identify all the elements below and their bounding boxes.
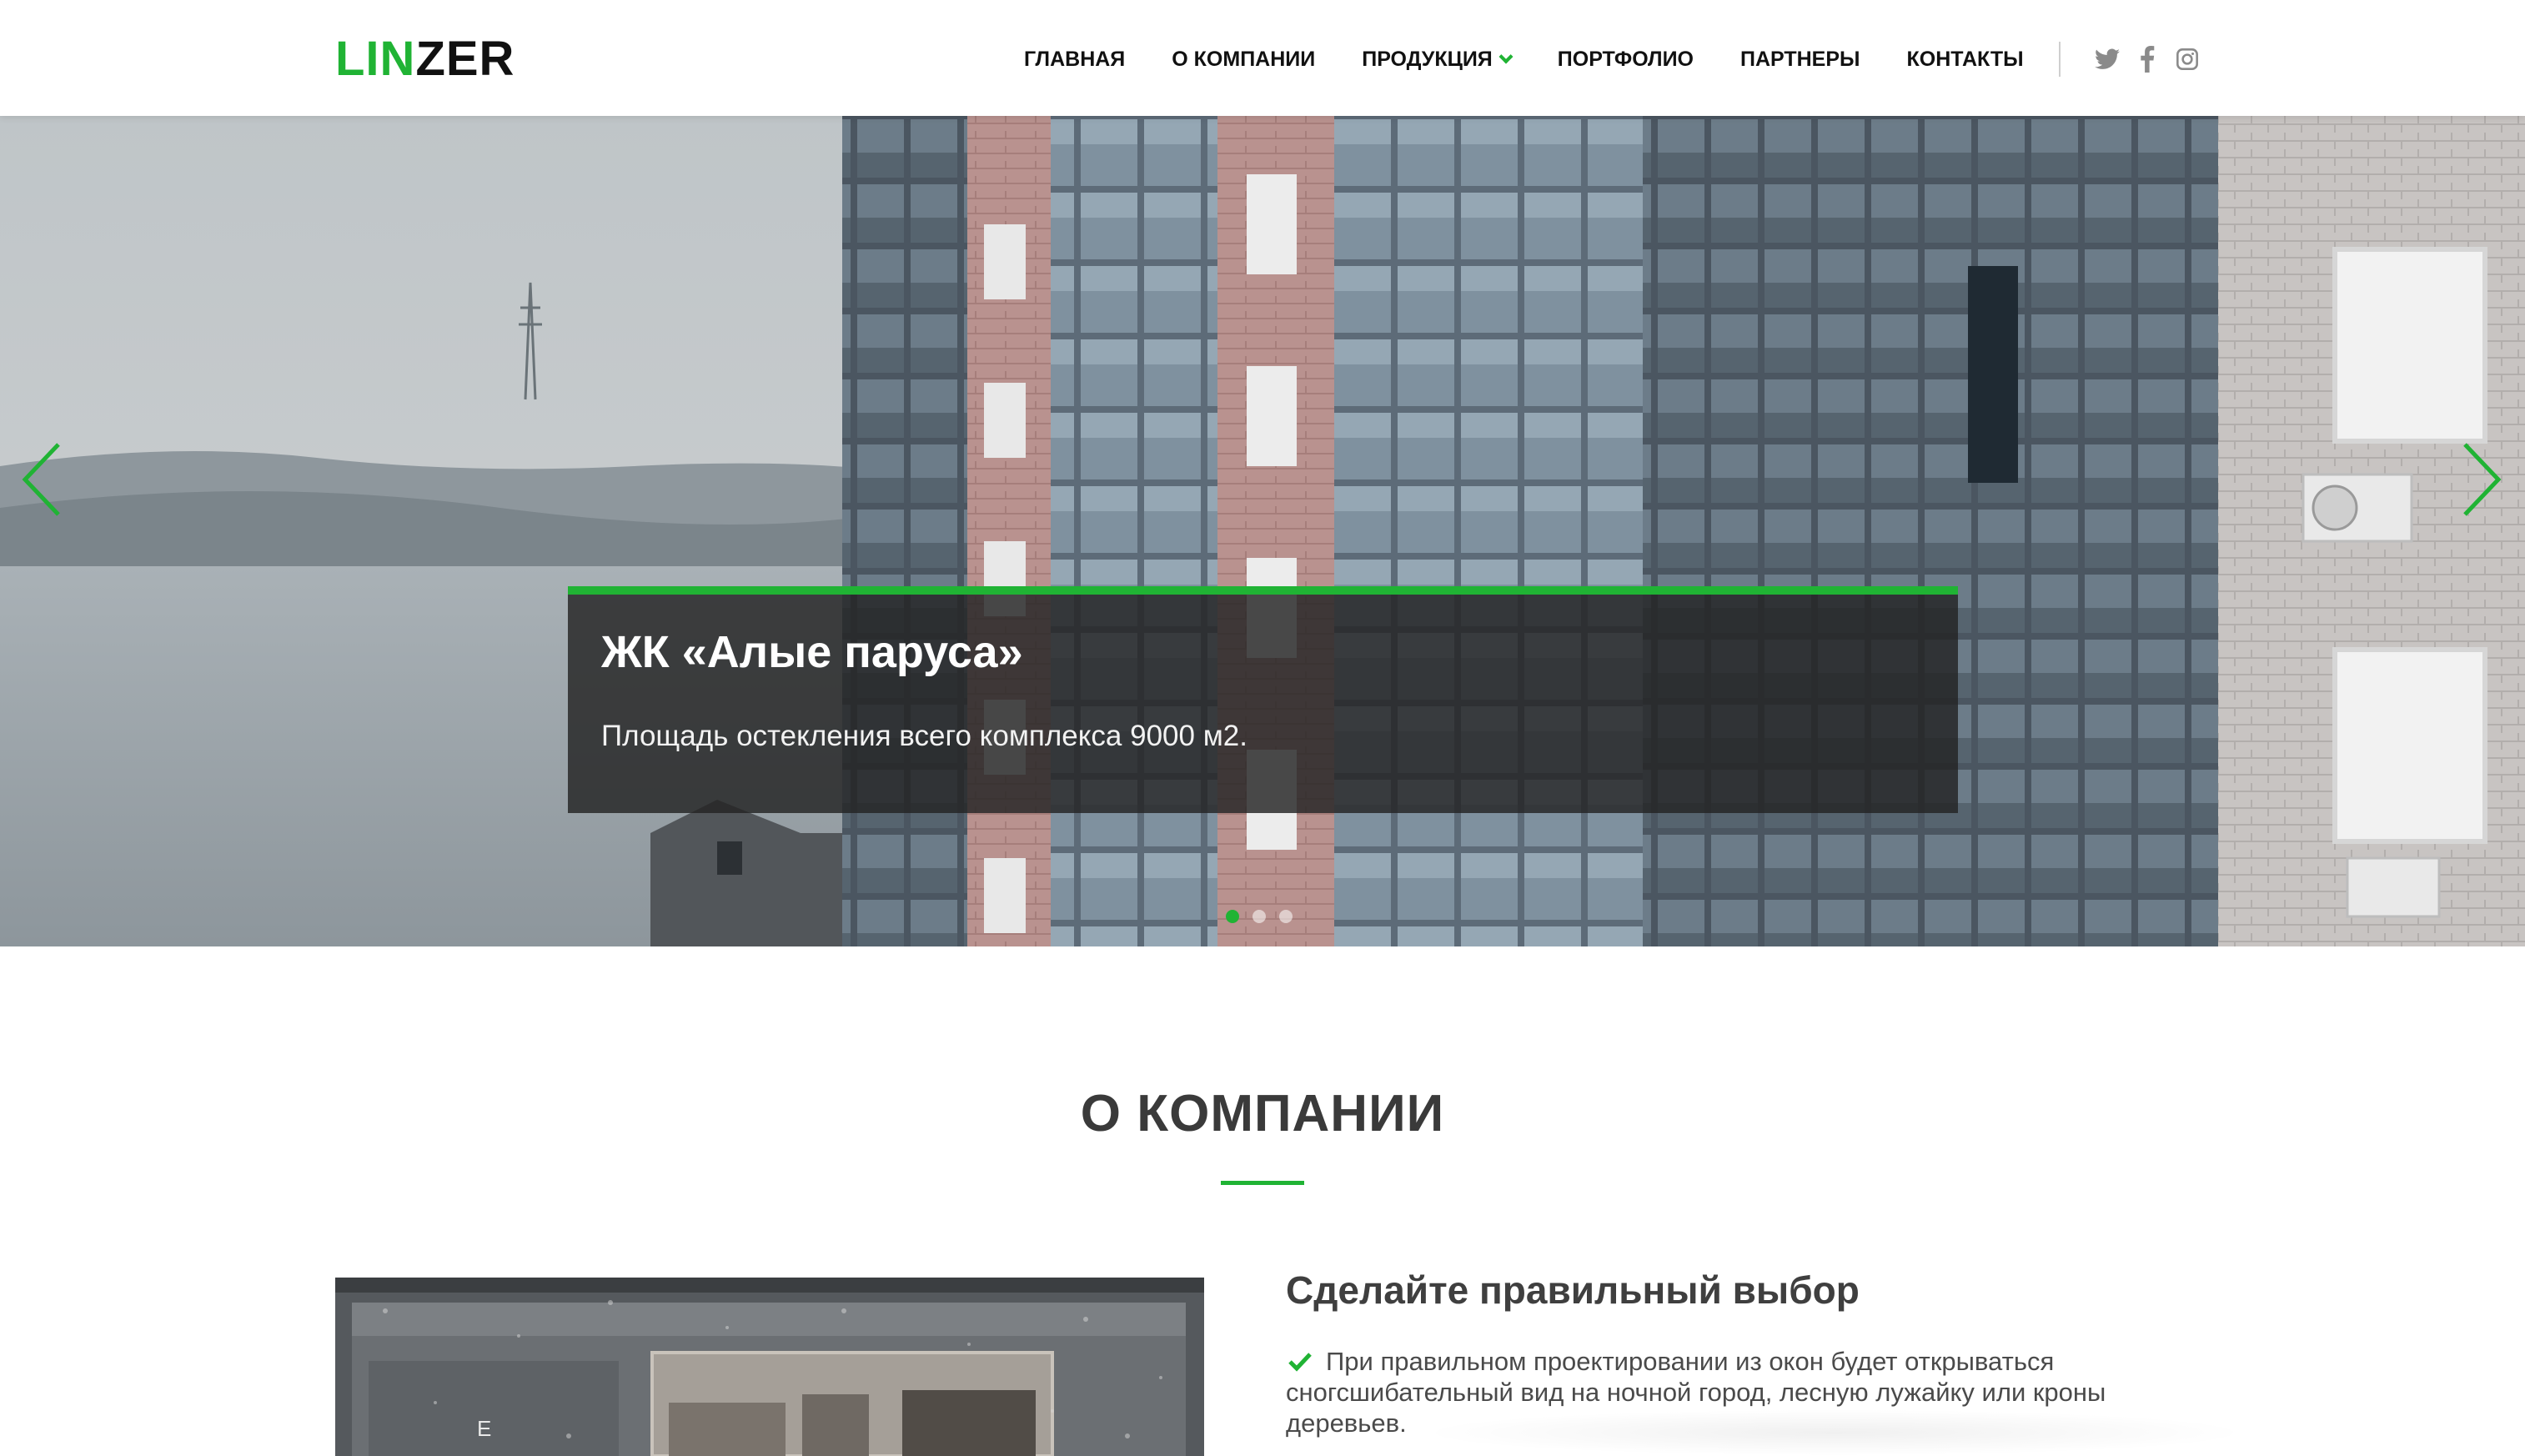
- slide-photo: [0, 116, 2525, 946]
- slide-title: ЖК «Алые паруса»: [601, 627, 1023, 677]
- nav-item-label: ПОРТФОЛИО: [1557, 47, 1694, 71]
- slider-dot-3[interactable]: [1279, 910, 1293, 923]
- slider-prev-button[interactable]: [7, 433, 82, 525]
- nav-item-products[interactable]: ПРОДУКЦИЯ: [1362, 47, 1513, 72]
- svg-text:E: E: [477, 1416, 491, 1441]
- about-image-art: E: [335, 1278, 1204, 1456]
- twitter-icon[interactable]: [2094, 46, 2121, 73]
- nav-divider: [2058, 42, 2061, 77]
- slider-dot-1[interactable]: [1226, 910, 1239, 923]
- facebook-icon[interactable]: [2134, 46, 2161, 73]
- nav-item-contacts[interactable]: КОНТАКТЫ: [1907, 48, 2024, 72]
- about-video-thumbnail[interactable]: E: [335, 1278, 1204, 1456]
- hero-slider: ЖК «Алые паруса» Площадь остекления всег…: [0, 116, 2525, 946]
- nav-item-home[interactable]: ГЛАВНАЯ: [1024, 48, 1125, 72]
- logo-part-lin: LIN: [335, 32, 416, 86]
- nav-item-label: ПАРТНЕРЫ: [1739, 47, 1860, 71]
- nav-item-about[interactable]: О КОМПАНИИ: [1172, 48, 1315, 72]
- nav-item-label: КОНТАКТЫ: [1906, 47, 2024, 71]
- slide-caption: ЖК «Алые паруса» Площадь остекления всег…: [568, 586, 1958, 813]
- chevron-right-icon: [2463, 443, 2502, 516]
- section-title-about: О КОМПАНИИ: [1080, 1085, 1445, 1142]
- logo-part-zer: ZER: [415, 32, 515, 86]
- section-title-underline: [1221, 1181, 1304, 1185]
- slide-text: Площадь остекления всего комплекса 9000 …: [601, 720, 1247, 752]
- decorative-shadow: [1418, 1409, 2251, 1456]
- instagram-icon[interactable]: [2174, 46, 2201, 73]
- chevron-down-icon: [1498, 49, 1513, 64]
- slider-pagination: [1226, 910, 1306, 923]
- slider-next-button[interactable]: [2442, 433, 2517, 525]
- logo[interactable]: LINZER: [335, 30, 515, 88]
- nav-item-label: ПРОДУКЦИЯ: [1362, 47, 1493, 71]
- site-header: LINZER ГЛАВНАЯ О КОМПАНИИ ПРОДУКЦИЯ ПОРТ…: [0, 0, 2525, 116]
- nav-item-label: ГЛАВНАЯ: [1024, 47, 1126, 71]
- chevron-left-icon: [22, 443, 60, 516]
- about-heading: Сделайте правильный выбор: [1286, 1268, 1860, 1312]
- social-links: [2094, 46, 2214, 73]
- slider-dot-2[interactable]: [1252, 910, 1266, 923]
- nav-item-portfolio[interactable]: ПОРТФОЛИО: [1558, 48, 1694, 72]
- main-nav: ГЛАВНАЯ О КОМПАНИИ ПРОДУКЦИЯ ПОРТФОЛИО П…: [1024, 40, 2214, 78]
- nav-item-label: О КОМПАНИИ: [1172, 47, 1316, 71]
- nav-item-partners[interactable]: ПАРТНЕРЫ: [1740, 48, 1860, 72]
